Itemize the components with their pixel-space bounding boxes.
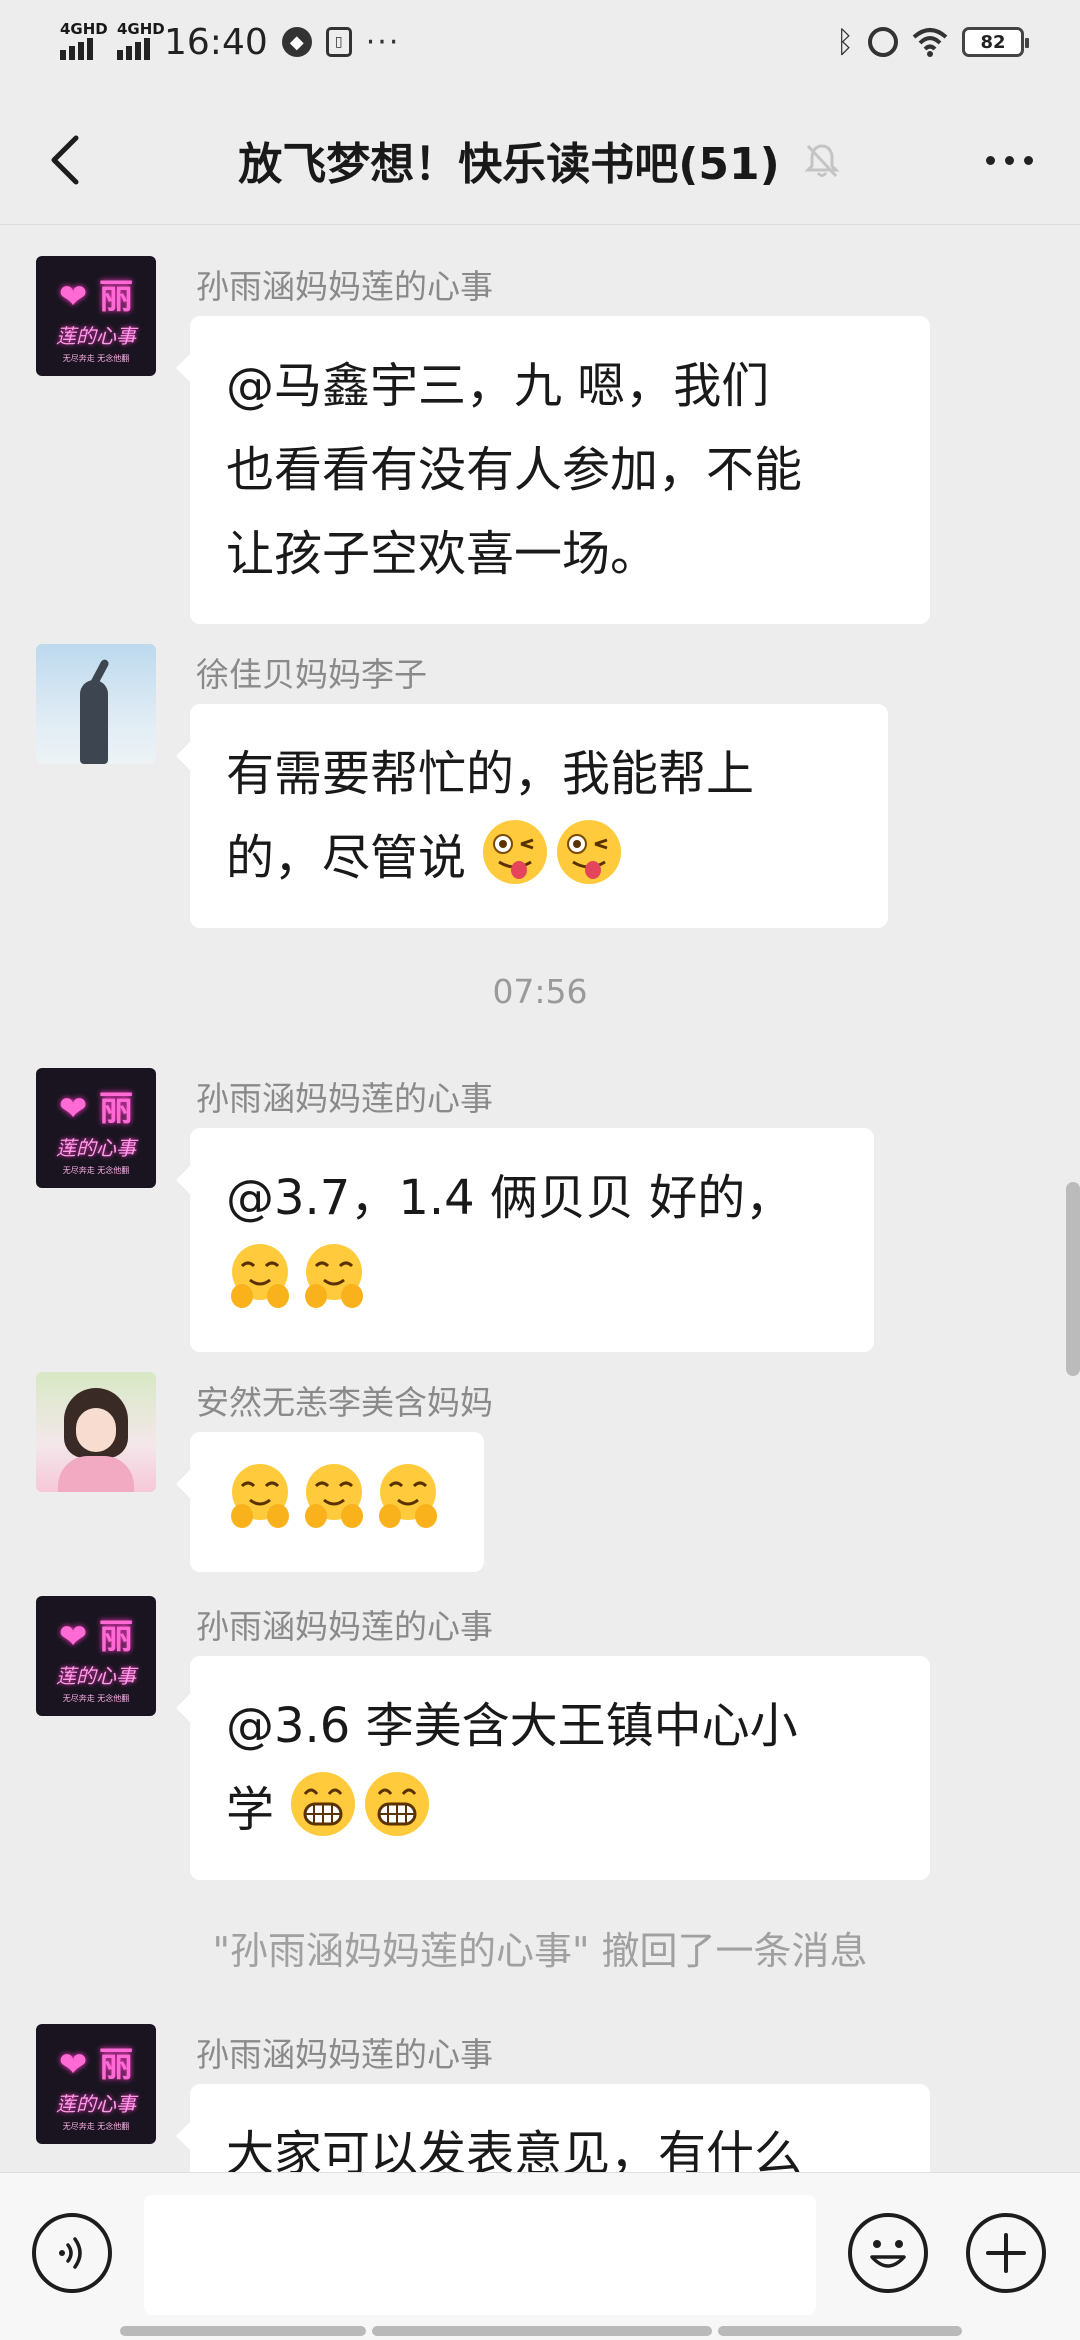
message-bubble[interactable]: @马鑫宇三，九 嗯，我们 也看看有没有人参加，不能 让孩子空欢喜一场。 bbox=[176, 316, 930, 624]
chat-title-wrap: 放飞梦想！快乐读书吧(51) bbox=[238, 128, 841, 192]
app-notification-icon: ◆ bbox=[281, 27, 312, 57]
hugging-emoji-icon bbox=[379, 1464, 437, 1528]
winking-tongue-emoji-icon bbox=[557, 820, 622, 884]
avatar[interactable] bbox=[36, 644, 156, 764]
more-icon bbox=[985, 155, 995, 165]
message-bubble[interactable] bbox=[176, 1432, 484, 1572]
wifi-icon bbox=[912, 28, 948, 57]
more-notifications-icon: ··· bbox=[365, 24, 401, 60]
avatar[interactable] bbox=[36, 1372, 156, 1492]
emoji-icon bbox=[870, 2240, 906, 2268]
input-bar bbox=[0, 2172, 1080, 2340]
message-bubble[interactable]: 大家可以发表意见，有什么 bbox=[176, 2084, 930, 2172]
sender-name: 孙雨涵妈妈莲的心事 bbox=[196, 267, 493, 306]
chat-header: 放飞梦想！快乐读书吧(51) bbox=[0, 100, 1080, 220]
mute-bell-icon bbox=[804, 144, 840, 178]
avatar[interactable]: ❤ 丽 莲的心事 无尽奔走 无念他翻 bbox=[36, 1596, 156, 1716]
message-text: 也看看有没有人参加，不能 bbox=[226, 442, 803, 498]
grinning-emoji-icon bbox=[365, 1772, 430, 1836]
nav-bar-segment bbox=[718, 2326, 962, 2336]
more-button[interactable] bbox=[974, 130, 1044, 190]
grinning-emoji-icon bbox=[291, 1772, 356, 1836]
avatar[interactable]: ❤ 丽 莲的心事 无尽奔走 无念他翻 bbox=[36, 1068, 156, 1188]
message-item: ❤ 丽 莲的心事 无尽奔走 无念他翻 孙雨涵妈妈莲的心事 大家可以发表意见，有什… bbox=[0, 2024, 1080, 2172]
plus-icon bbox=[986, 2233, 1026, 2273]
nav-bar-segment bbox=[372, 2326, 712, 2336]
signal-icon: 4GHD bbox=[60, 20, 108, 60]
voice-icon bbox=[59, 2237, 82, 2269]
sender-name: 安然无恙李美含妈妈 bbox=[196, 1383, 493, 1422]
status-bar-left: 4GHD 4GHD 16:40 ◆ ▯ ··· bbox=[60, 20, 401, 63]
time-divider: 07:56 bbox=[492, 972, 588, 1011]
back-icon bbox=[51, 135, 79, 185]
bluetooth-icon: ᛒ bbox=[836, 24, 854, 60]
hugging-emoji-icon bbox=[305, 1464, 363, 1528]
scrollbar-thumb[interactable] bbox=[1066, 1182, 1080, 1376]
message-input[interactable] bbox=[144, 2195, 816, 2315]
back-button[interactable] bbox=[36, 130, 96, 190]
message-bubble[interactable]: @3.6 李美含大王镇中心小 学 bbox=[176, 1656, 930, 1880]
sender-name: 孙雨涵妈妈莲的心事 bbox=[196, 2035, 493, 2074]
message-text: @马鑫宇三，九 嗯，我们 bbox=[226, 358, 770, 414]
sim-icon: ▯ bbox=[325, 27, 352, 57]
message-bubble[interactable]: 有需要帮忙的，我能帮上 的，尽管说 bbox=[176, 704, 888, 928]
avatar[interactable]: ❤ 丽 莲的心事 无尽奔走 无念他翻 bbox=[36, 256, 156, 376]
voice-button[interactable] bbox=[32, 2213, 112, 2293]
message-item: 安然无恙李美含妈妈 bbox=[0, 1372, 1080, 1572]
header-divider bbox=[0, 224, 1080, 225]
signal-icon: 4GHD bbox=[117, 20, 165, 60]
hugging-emoji-icon bbox=[305, 1244, 363, 1308]
message-text: 大家可以发表意见，有什么 bbox=[226, 2126, 803, 2172]
status-bar-right: ᛒ 82 bbox=[836, 24, 1029, 60]
battery-icon: 82 bbox=[962, 27, 1029, 57]
message-item: 徐佳贝妈妈李子 有需要帮忙的，我能帮上 的，尽管说 bbox=[0, 644, 1080, 928]
message-text: @3.6 李美含大王镇中心小 bbox=[226, 1698, 798, 1754]
status-bar: 4GHD 4GHD 16:40 ◆ ▯ ··· ᛒ 82 bbox=[0, 0, 1080, 84]
message-text: 有需要帮忙的，我能帮上 bbox=[226, 746, 755, 802]
message-text: @3.7，1.4 俩贝贝 好的， bbox=[226, 1170, 794, 1226]
chat-title: 放飞梦想！快乐读书吧(51) bbox=[238, 139, 780, 190]
recall-notice: "孙雨涵妈妈莲的心事" 撤回了一条消息 bbox=[212, 1929, 868, 1973]
message-text: 的，尽管说 bbox=[226, 830, 467, 886]
clock: 16:40 bbox=[164, 21, 268, 63]
sender-name: 孙雨涵妈妈莲的心事 bbox=[196, 1079, 493, 1118]
more-functions-button[interactable] bbox=[966, 2213, 1046, 2293]
message-bubble[interactable]: @3.7，1.4 俩贝贝 好的， bbox=[176, 1128, 874, 1352]
nav-bar-segment bbox=[120, 2326, 366, 2336]
winking-tongue-emoji-icon bbox=[483, 820, 548, 884]
hugging-emoji-icon bbox=[231, 1244, 289, 1308]
message-text: 学 bbox=[226, 1782, 290, 1838]
alarm-icon bbox=[868, 27, 898, 57]
sender-name: 孙雨涵妈妈莲的心事 bbox=[196, 1607, 493, 1646]
hugging-emoji-icon bbox=[231, 1464, 289, 1528]
emoji-button[interactable] bbox=[848, 2213, 928, 2293]
message-text: 让孩子空欢喜一场。 bbox=[226, 526, 659, 582]
avatar[interactable]: ❤ 丽 莲的心事 无尽奔走 无念他翻 bbox=[36, 2024, 156, 2144]
sender-name: 徐佳贝妈妈李子 bbox=[196, 655, 427, 694]
